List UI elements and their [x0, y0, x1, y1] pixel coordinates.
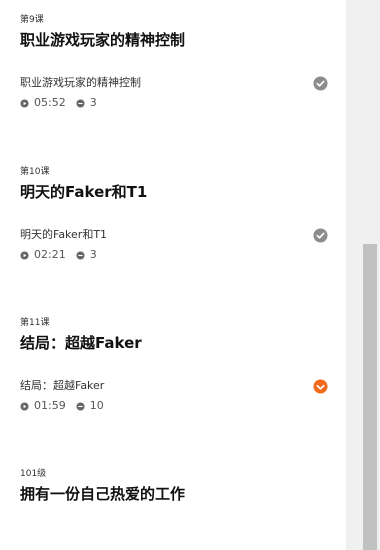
video-meta: 02:21 3 — [20, 249, 340, 261]
check-circle-icon — [313, 76, 328, 91]
lesson-section: 第9课 职业游戏玩家的精神控制 职业游戏玩家的精神控制 05:52 3 — [20, 14, 340, 116]
comment-icon — [76, 98, 85, 108]
lesson-number: 第10课 — [20, 167, 50, 177]
lesson-section: 101级 拥有一份自己热爱的工作 — [20, 468, 340, 504]
lesson-number: 第11课 — [20, 318, 50, 328]
video-title: 结局：超越Faker — [20, 379, 105, 392]
lesson-number: 第9课 — [20, 15, 44, 25]
video-duration: 05:52 — [34, 96, 66, 109]
video-title: 职业游戏玩家的精神控制 — [20, 76, 141, 89]
comment-count: 3 — [89, 248, 97, 261]
comment-count: 10 — [89, 399, 104, 412]
lesson-video-item[interactable]: 明天的Faker和T1 02:21 3 — [20, 228, 340, 268]
check-circle-icon — [313, 228, 328, 243]
lesson-section: 第11课 结局：超越Faker 结局：超越Faker 01:59 10 — [20, 317, 340, 419]
lesson-title: 拥有一份自己热爱的工作 — [20, 485, 186, 503]
comment-icon — [76, 250, 85, 260]
lesson-list: 第9课 职业游戏玩家的精神控制 职业游戏玩家的精神控制 05:52 3 第10课… — [0, 0, 346, 550]
lesson-title: 职业游戏玩家的精神控制 — [20, 31, 186, 49]
scrollbar-thumb[interactable] — [363, 244, 377, 550]
video-title: 明天的Faker和T1 — [20, 228, 108, 241]
lesson-video-item[interactable]: 职业游戏玩家的精神控制 05:52 3 — [20, 76, 340, 116]
video-duration: 01:59 — [34, 399, 66, 412]
video-meta: 01:59 10 — [20, 400, 340, 412]
video-meta: 05:52 3 — [20, 97, 340, 109]
comment-count: 3 — [89, 96, 97, 109]
lesson-number: 101级 — [20, 469, 47, 479]
video-duration: 02:21 — [34, 248, 66, 261]
lesson-list-page: 第9课 职业游戏玩家的精神控制 职业游戏玩家的精神控制 05:52 3 第10课… — [0, 0, 380, 550]
lesson-section: 第10课 明天的Faker和T1 明天的Faker和T1 02:21 3 — [20, 166, 340, 268]
lesson-title: 结局：超越Faker — [20, 334, 142, 352]
check-circle-icon — [313, 379, 328, 394]
scrollbar-track[interactable] — [346, 0, 380, 550]
lesson-video-item[interactable]: 结局：超越Faker 01:59 10 — [20, 379, 340, 419]
play-circle-icon — [20, 98, 29, 108]
play-circle-icon — [20, 250, 29, 260]
play-circle-icon — [20, 401, 29, 411]
lesson-title: 明天的Faker和T1 — [20, 183, 148, 201]
comment-icon — [76, 401, 85, 411]
